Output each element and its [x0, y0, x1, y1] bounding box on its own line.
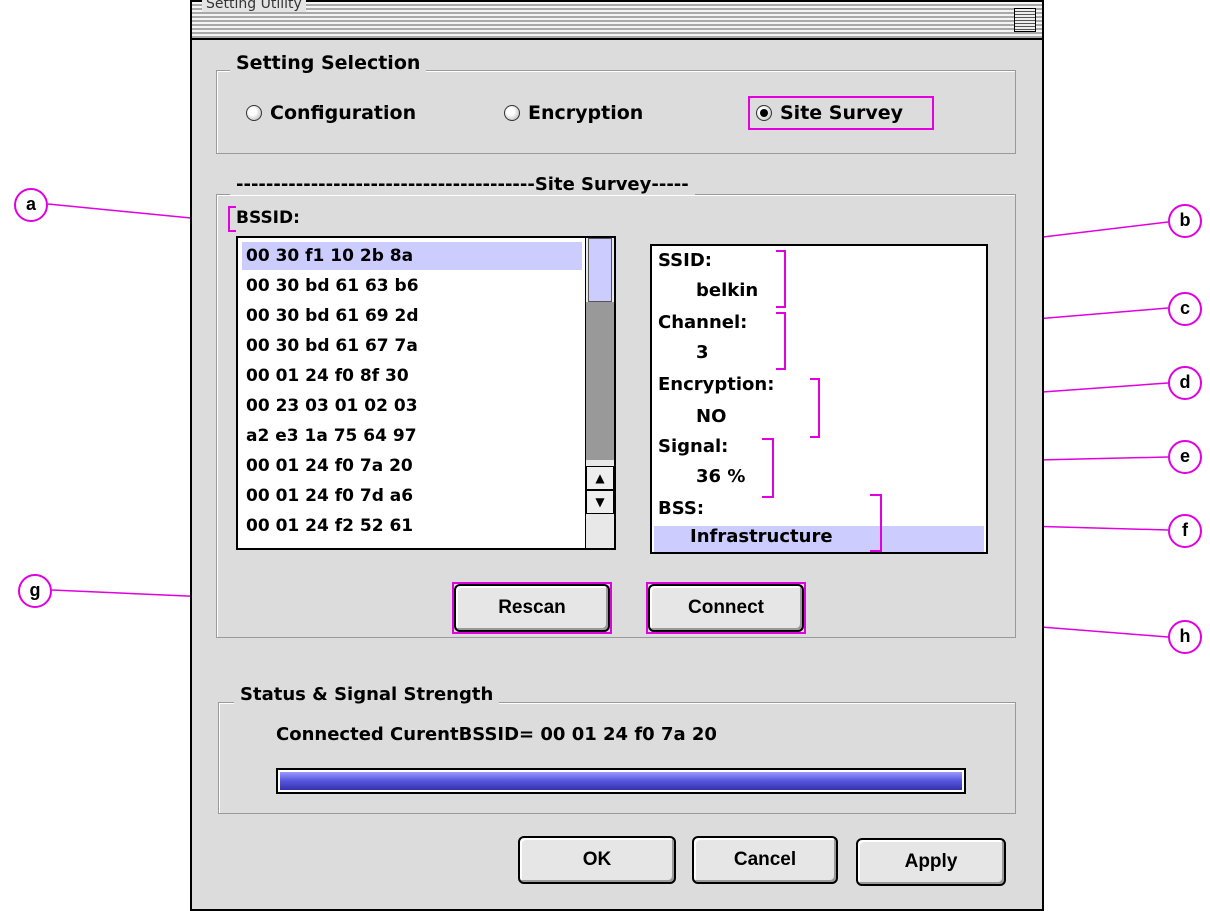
setting-selection-label: Setting Selection — [230, 52, 427, 74]
signal-strength-bar — [276, 768, 966, 794]
radio-configuration-label: Configuration — [270, 102, 417, 124]
status-text: Connected CurentBSSID= 00 01 24 f0 7a 20 — [276, 724, 717, 745]
callout-a: a — [14, 188, 48, 222]
callout-b-bracket — [776, 250, 786, 308]
callout-f: f — [1168, 514, 1202, 548]
callout-c-bracket — [776, 312, 786, 370]
apply-button[interactable]: Apply — [856, 838, 1006, 886]
callout-g: g — [18, 574, 52, 608]
callout-d: d — [1168, 366, 1202, 400]
list-item[interactable]: 00 30 bd 61 67 7a — [242, 332, 582, 360]
status-group — [218, 702, 1016, 814]
ssid-value: belkin — [696, 280, 759, 301]
list-item[interactable]: 00 30 bd 61 69 2d — [242, 302, 582, 330]
rescan-highlight — [452, 582, 612, 634]
radio-unchecked-icon — [504, 105, 520, 121]
encryption-label: Encryption: — [658, 374, 775, 395]
radio-encryption[interactable]: Encryption — [504, 102, 643, 124]
scroll-track[interactable] — [586, 302, 614, 460]
radio-encryption-label: Encryption — [528, 102, 644, 124]
status-group-label: Status & Signal Strength — [234, 684, 500, 705]
list-item[interactable]: 00 01 24 f2 52 61 — [242, 512, 582, 540]
ssid-label: SSID: — [658, 250, 712, 271]
bss-value: Infrastructure — [690, 526, 833, 547]
site-survey-highlight — [748, 96, 934, 130]
signal-strength-fill — [280, 772, 962, 790]
list-item[interactable]: 00 01 24 f0 7d a6 — [242, 482, 582, 510]
scroll-up-icon[interactable]: ▲ — [586, 466, 614, 490]
bss-value-row: Infrastructure — [654, 526, 984, 552]
callout-b: b — [1168, 204, 1202, 238]
list-item[interactable]: 00 23 03 01 02 03 — [242, 392, 582, 420]
window-title: Setting Utility — [202, 0, 306, 12]
title-bar[interactable]: Setting Utility — [192, 0, 1042, 40]
bssid-scrollbar[interactable]: ▲ ▼ — [585, 238, 614, 548]
callout-e-bracket — [762, 438, 774, 498]
signal-value: 36 % — [696, 466, 746, 487]
list-item[interactable]: 00 01 24 f0 7a 20 — [242, 452, 582, 480]
bss-label: BSS: — [658, 498, 705, 519]
cancel-button[interactable]: Cancel — [692, 836, 838, 884]
scroll-thumb[interactable] — [588, 238, 612, 302]
channel-label: Channel: — [658, 312, 748, 333]
list-item[interactable]: 00 30 bd 61 63 b6 — [242, 272, 582, 300]
callout-a-bracket — [228, 206, 236, 232]
site-survey-group-label: ----------------------------------------… — [230, 174, 695, 195]
callout-d-bracket — [810, 378, 820, 438]
bssid-label: BSSID: — [236, 208, 300, 228]
bssid-list[interactable]: 00 30 f1 10 2b 8a 00 30 bd 61 63 b6 00 3… — [236, 236, 616, 550]
callout-f-bracket — [870, 494, 882, 552]
ok-button[interactable]: OK — [518, 836, 676, 884]
list-item[interactable]: 00 01 24 f0 8f 30 — [242, 362, 582, 390]
callout-h: h — [1168, 620, 1202, 654]
collapse-box-icon[interactable] — [1014, 8, 1036, 32]
radio-unchecked-icon — [246, 105, 262, 121]
channel-value: 3 — [696, 342, 709, 363]
callout-e: e — [1168, 440, 1202, 474]
scroll-down-icon[interactable]: ▼ — [586, 490, 614, 514]
connect-highlight — [646, 582, 806, 634]
list-item[interactable]: 00 30 f1 10 2b 8a — [242, 242, 582, 270]
callout-c: c — [1168, 292, 1202, 326]
radio-configuration[interactable]: Configuration — [246, 102, 416, 124]
encryption-value: NO — [696, 406, 727, 427]
list-item[interactable]: a2 e3 1a 75 64 97 — [242, 422, 582, 450]
signal-label: Signal: — [658, 436, 729, 457]
